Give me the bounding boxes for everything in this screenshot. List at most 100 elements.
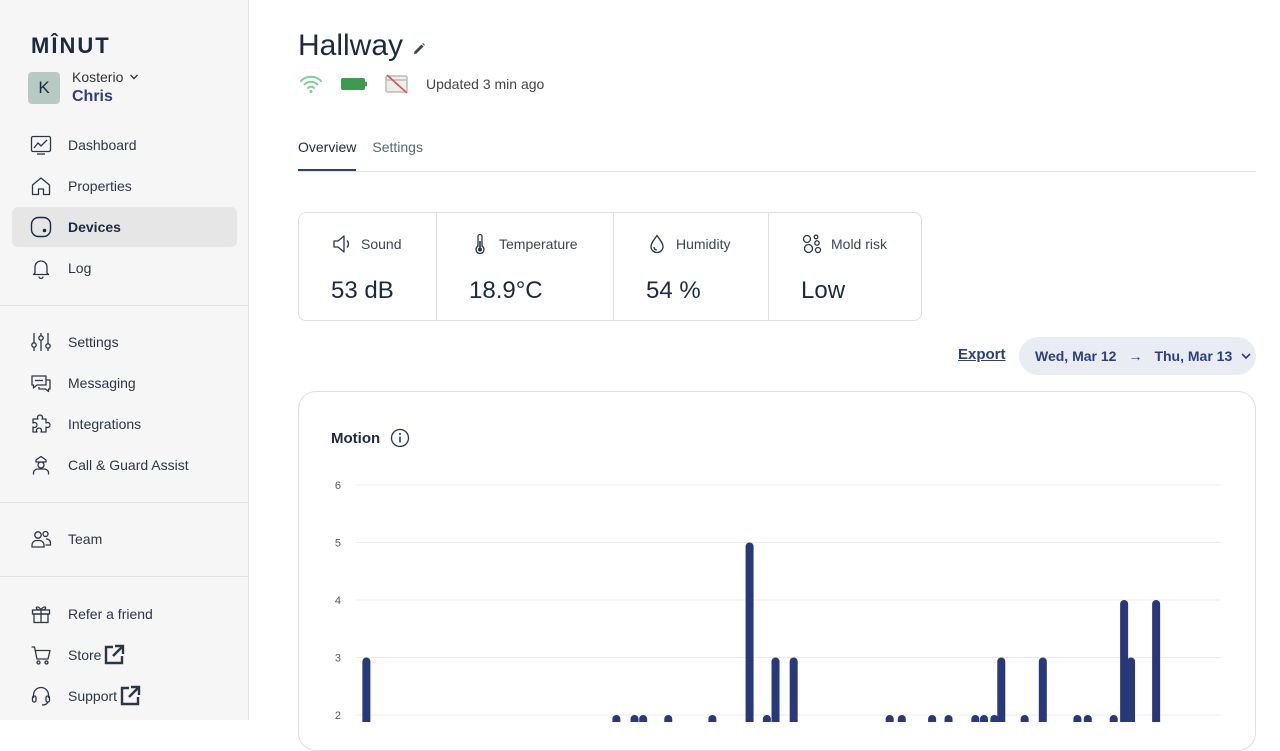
- gift-icon: [31, 606, 51, 624]
- motion-bar[interactable]: [664, 715, 673, 722]
- device-status: Updated 3 min ago: [298, 73, 544, 95]
- motion-bar[interactable]: [771, 657, 780, 723]
- stat-value: 53 dB: [331, 277, 394, 304]
- motion-bar[interactable]: [762, 715, 771, 722]
- motion-bar[interactable]: [630, 715, 639, 722]
- nav-label: Messaging: [68, 375, 136, 391]
- speaker-icon: [333, 235, 350, 253]
- external-link-icon: [120, 685, 141, 706]
- nav-call-guard-assist[interactable]: Call & Guard Assist: [12, 445, 237, 485]
- sidebar: MÎNUT K Kosterio Chris Dashboard Propert…: [0, 0, 249, 720]
- motion-bar[interactable]: [1083, 715, 1092, 722]
- sensor-stats: Sound 53 dB Temperature 18.9°C Humidity …: [298, 212, 922, 321]
- motion-chart: 2 3 4 5 6: [335, 480, 1221, 723]
- stat-label: Temperature: [499, 236, 578, 252]
- headset-icon: [31, 686, 51, 706]
- motion-bar[interactable]: [708, 715, 717, 722]
- external-link-icon: [105, 644, 125, 665]
- export-link[interactable]: Export: [958, 346, 1006, 363]
- motion-bar[interactable]: [897, 715, 906, 722]
- guard-icon: [32, 455, 50, 475]
- device-icon: [30, 216, 52, 238]
- thermometer-icon: [475, 233, 485, 255]
- stat-temperature: Temperature 18.9°C: [437, 213, 614, 320]
- stat-value: Low: [801, 277, 846, 304]
- nav-label: Properties: [68, 178, 132, 194]
- motion-bar[interactable]: [1020, 715, 1029, 722]
- chart-icon: [30, 135, 52, 155]
- stat-label: Mold risk: [831, 236, 888, 252]
- team-icon: [31, 530, 52, 548]
- nav-support[interactable]: Support: [12, 676, 237, 716]
- date-from: Wed, Mar 12: [1035, 348, 1117, 364]
- nav-log[interactable]: Log: [12, 248, 237, 288]
- motion-bar[interactable]: [944, 715, 953, 722]
- config-nav: Settings Messaging Integrations Call & G…: [12, 322, 237, 486]
- bell-icon: [32, 260, 50, 279]
- nav-store[interactable]: Store: [12, 635, 237, 675]
- motion-bar[interactable]: [1073, 715, 1082, 722]
- page-title: Hallway: [298, 29, 404, 62]
- divider: [0, 576, 249, 577]
- nav-refer-a-friend[interactable]: Refer a friend: [12, 594, 237, 634]
- motion-bar[interactable]: [990, 715, 999, 722]
- organization-switcher[interactable]: K Kosterio Chris: [28, 69, 139, 106]
- y-tick-label: 6: [335, 480, 341, 492]
- motion-bar[interactable]: [639, 715, 648, 722]
- nav-properties[interactable]: Properties: [12, 166, 237, 206]
- droplet-icon: [650, 234, 664, 254]
- y-tick-label: 3: [335, 653, 341, 665]
- nav-label: Support: [68, 688, 118, 704]
- user-name: Chris: [72, 88, 113, 105]
- motion-bar[interactable]: [789, 657, 798, 723]
- nav-devices[interactable]: Devices: [12, 207, 237, 247]
- date-to: Thu, Mar 13: [1154, 348, 1233, 364]
- stat-humidity: Humidity 54 %: [614, 213, 769, 320]
- nav-dashboard[interactable]: Dashboard: [12, 125, 237, 165]
- motion-bar[interactable]: [1038, 657, 1047, 723]
- motion-bar[interactable]: [1152, 600, 1161, 722]
- nav-messaging[interactable]: Messaging: [12, 363, 237, 403]
- updated-text: Updated 3 min ago: [426, 76, 545, 92]
- nav-label: Refer a friend: [68, 606, 153, 622]
- stat-mold-risk: Mold risk Low: [769, 213, 921, 320]
- minut-logo[interactable]: MÎNUT: [31, 33, 111, 59]
- motion-bar[interactable]: [1127, 657, 1136, 723]
- chevron-down-icon: [130, 74, 139, 80]
- tab-settings[interactable]: Settings: [372, 139, 423, 171]
- nav-team[interactable]: Team: [12, 519, 237, 559]
- nav-label: Store: [68, 647, 102, 663]
- nav-label: Team: [68, 531, 103, 547]
- nav-integrations[interactable]: Integrations: [12, 404, 237, 444]
- tab-overview[interactable]: Overview: [298, 139, 357, 171]
- motion-bar[interactable]: [1109, 715, 1118, 722]
- stat-sound: Sound 53 dB: [299, 213, 437, 320]
- bottom-nav: Refer a friend Store Support: [12, 594, 237, 717]
- stat-value: 54 %: [646, 277, 701, 304]
- nav-settings[interactable]: Settings: [12, 322, 237, 362]
- message-icon: [31, 375, 51, 393]
- date-range-picker[interactable]: Wed, Mar 12 → Thu, Mar 13: [1019, 337, 1256, 375]
- tab-bar: Overview Settings: [298, 139, 1256, 172]
- motion-bar[interactable]: [928, 715, 937, 722]
- nav-label: Dashboard: [68, 137, 137, 153]
- team-nav: Team: [12, 519, 237, 560]
- battery-icon: [341, 78, 367, 90]
- motion-bar[interactable]: [885, 715, 894, 722]
- motion-bar[interactable]: [979, 715, 988, 722]
- home-icon: [31, 177, 51, 196]
- motion-card: Motion 23456: [298, 391, 1256, 751]
- pencil-icon[interactable]: [411, 41, 427, 57]
- cart-icon: [31, 646, 51, 665]
- motion-bar[interactable]: [997, 657, 1006, 723]
- motion-bar[interactable]: [362, 657, 371, 722]
- motion-bar[interactable]: [745, 542, 754, 723]
- divider: [0, 502, 249, 503]
- no-monitoring-icon: [385, 74, 408, 94]
- stat-value: 18.9°C: [469, 277, 543, 304]
- wifi-icon: [300, 75, 322, 93]
- divider: [0, 305, 249, 306]
- motion-bar[interactable]: [612, 715, 621, 722]
- motion-bar[interactable]: [971, 715, 980, 722]
- motion-bar[interactable]: [1120, 600, 1129, 722]
